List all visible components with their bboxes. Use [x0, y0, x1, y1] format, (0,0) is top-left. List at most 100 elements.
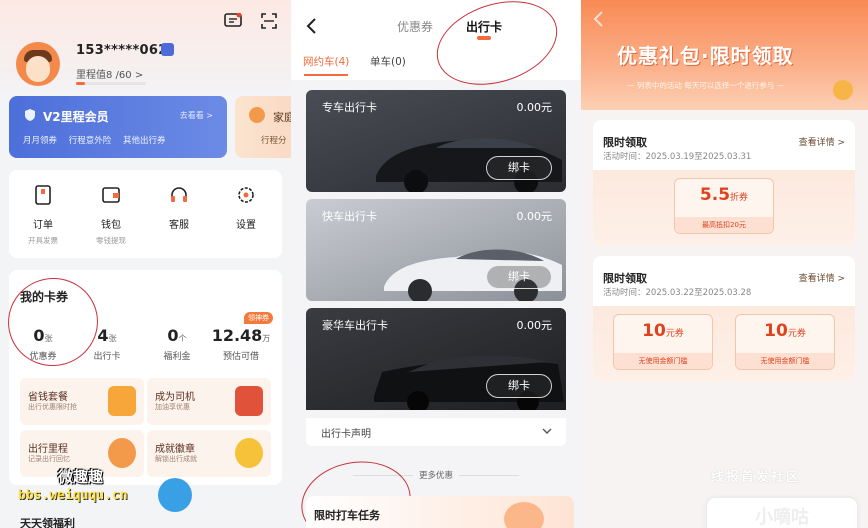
vip-member-card[interactable]: V2里程会员 去看看 > 月月领券 行程意外险 其他出行券 — [9, 96, 227, 158]
card-premium: 专车出行卡 0.00元 绑卡 — [306, 90, 566, 192]
vip-perk: 月月领券 — [23, 136, 58, 146]
more-offers-label: 更多优惠 — [418, 471, 453, 481]
profile-panel: 153*****062 里程值8 /60 > V2里程会员 去看看 > 月月领券… — [0, 0, 291, 528]
voucher-unit: 元券 — [665, 329, 684, 339]
family-icon — [249, 107, 265, 123]
tile-sub: 加油享优惠 — [155, 403, 190, 411]
menu-item-settings[interactable]: 设置 — [216, 184, 276, 231]
chevron-down-icon — [542, 428, 552, 434]
stat-value: 4 — [97, 326, 109, 345]
voucher-condition: 无使用金额门槛 — [736, 353, 834, 369]
coupon-promo-tag[interactable]: 领神券 — [244, 312, 273, 324]
family-card[interactable]: 家庭 行程分 — [235, 96, 291, 158]
user-phone: 153*****062 — [76, 43, 168, 58]
screenshot-root: 153*****062 里程值8 /60 > V2里程会员 去看看 > 月月领券… — [0, 0, 868, 528]
daily-welfare-title: 天天领福利 — [20, 517, 75, 528]
watermark-text: 微趣趣 — [58, 468, 104, 486]
verified-badge-icon — [161, 43, 174, 56]
tile-savings-pack[interactable]: 省钱套餐 出行优惠限时抢 — [20, 378, 144, 425]
menu-item-orders[interactable]: 订单 开具发票 — [13, 184, 73, 246]
subtab-ride-hailing[interactable]: 网约车(4) — [303, 54, 349, 69]
voucher-condition: 无使用金额门槛 — [614, 353, 712, 369]
vip-perk: 行程意外险 — [68, 136, 112, 146]
menu-label: 钱包 — [101, 220, 121, 231]
bind-card-button[interactable]: 绑卡 — [486, 156, 552, 180]
menu-item-service[interactable]: 客服 — [149, 184, 209, 231]
stat-label: 预估可借 — [222, 352, 259, 362]
menu-sublabel: 开具发票 — [28, 236, 58, 245]
stat-unit: 万 — [262, 334, 271, 343]
watermark-url: bbs.weiququ.cn — [18, 488, 128, 503]
offer-title: 限时领取 — [603, 272, 647, 285]
watermark-text: 线报首发社区 — [711, 470, 802, 485]
avatar[interactable] — [16, 42, 60, 86]
offer-body: 5.5折券 最高抵扣20元 — [593, 170, 855, 246]
watermark-logo: 小嘀咕 — [707, 498, 857, 528]
card-name: 豪华车出行卡 — [322, 319, 388, 332]
stat-value: 0 — [167, 326, 179, 345]
gear-icon — [238, 187, 254, 203]
tile-badges[interactable]: 成就徽章 解锁出行成就 — [147, 430, 271, 477]
tile-title: 省钱套餐 — [28, 392, 68, 403]
vip-shield-icon — [25, 109, 35, 121]
back-arrow-icon[interactable] — [305, 16, 319, 36]
tile-sub: 出行优惠限时抢 — [28, 403, 77, 411]
card-statement-row[interactable]: 出行卡声明 — [306, 418, 566, 446]
tile-become-driver[interactable]: 成为司机 加油享优惠 — [147, 378, 271, 425]
stat-credit[interactable]: 12.48万 预估可借 — [209, 326, 273, 362]
vip-more-link[interactable]: 去看看 > — [180, 110, 213, 121]
bind-card-button[interactable]: 绑卡 — [486, 265, 552, 289]
stat-label: 福利金 — [163, 352, 191, 362]
shopping-bag-icon — [108, 386, 136, 416]
mileage-progress-bar — [76, 82, 146, 85]
card-amount: 0.00元 — [516, 210, 553, 223]
stat-unit: 个 — [178, 334, 187, 343]
travel-cards-panel: 优惠券 出行卡 网约车(4) 单车(0) 专车出行卡 0.00元 绑卡 快车出行… — [291, 0, 581, 528]
voucher-condition: 最高抵扣20元 — [675, 217, 773, 233]
watermark-mascot-icon — [158, 478, 192, 512]
offer-detail-link[interactable]: 查看详情 > — [799, 135, 845, 148]
menu-item-wallet[interactable]: 钱包 零钱提现 — [81, 184, 141, 246]
gift-pack-header: 优惠礼包·限时领取 — 列表中的活动 每天可以选择一个进行参与 — — [581, 0, 868, 110]
offer-body: 10元券 无使用金额门槛 10元券 无使用金额门槛 — [593, 306, 855, 382]
stat-value: 12.48 — [211, 326, 263, 345]
gift-pack-title: 优惠礼包·限时领取 — [617, 44, 794, 68]
subtab-bike[interactable]: 单车(0) — [370, 54, 406, 69]
active-subtab-indicator — [304, 74, 348, 76]
card-amount: 0.00元 — [516, 101, 553, 114]
card-statement-label: 出行卡声明 — [321, 429, 371, 440]
message-icon[interactable] — [222, 10, 244, 32]
tile-title: 出行里程 — [28, 444, 68, 455]
offer-card: 限时领取 查看详情 > 活动时间：2025.03.22至2025.03.28 1… — [593, 256, 855, 382]
bind-card-button[interactable]: 绑卡 — [486, 374, 552, 398]
stat-unit: 张 — [108, 334, 117, 343]
tile-title: 成为司机 — [155, 392, 195, 403]
voucher[interactable]: 5.5折券 最高抵扣20元 — [674, 178, 774, 234]
voucher-unit: 折券 — [730, 193, 749, 203]
car-icon — [235, 386, 263, 416]
voucher[interactable]: 10元券 无使用金额门槛 — [613, 314, 713, 370]
voucher[interactable]: 10元券 无使用金额门槛 — [735, 314, 835, 370]
mileage-text[interactable]: 里程值8 /60 > — [76, 66, 143, 81]
task-mascot-icon — [504, 502, 544, 528]
offer-time: 活动时间：2025.03.22至2025.03.28 — [603, 288, 752, 298]
gift-pack-subtitle: — 列表中的活动 每天可以选择一个进行参与 — — [627, 81, 785, 90]
tile-title: 成就徽章 — [155, 444, 195, 455]
back-arrow-icon[interactable] — [593, 10, 605, 28]
scan-icon[interactable] — [258, 10, 280, 32]
tile-sub: 记录出行回忆 — [28, 455, 70, 463]
voucher-value: 10 — [642, 321, 666, 341]
menu-label: 设置 — [236, 220, 256, 231]
family-card-title: 家庭 — [273, 111, 291, 124]
vip-perks: 月月领券 行程意外险 其他出行券 — [23, 134, 174, 146]
offer-detail-link[interactable]: 查看详情 > — [799, 271, 845, 284]
stat-welfare[interactable]: 0个 福利金 — [145, 326, 209, 362]
gift-pack-panel: 优惠礼包·限时领取 — 列表中的活动 每天可以选择一个进行参与 — 限时领取 查… — [581, 0, 868, 528]
wallet-icon — [102, 187, 120, 203]
gold-coin-icon — [833, 80, 853, 100]
vip-perk: 其他出行券 — [122, 136, 166, 146]
offer-card: 限时领取 查看详情 > 活动时间：2025.03.19至2025.03.31 5… — [593, 120, 855, 246]
order-icon — [35, 185, 51, 205]
tab-coupons[interactable]: 优惠券 — [397, 18, 433, 35]
ride-task-card[interactable]: 限时打车任务 — [306, 496, 574, 528]
